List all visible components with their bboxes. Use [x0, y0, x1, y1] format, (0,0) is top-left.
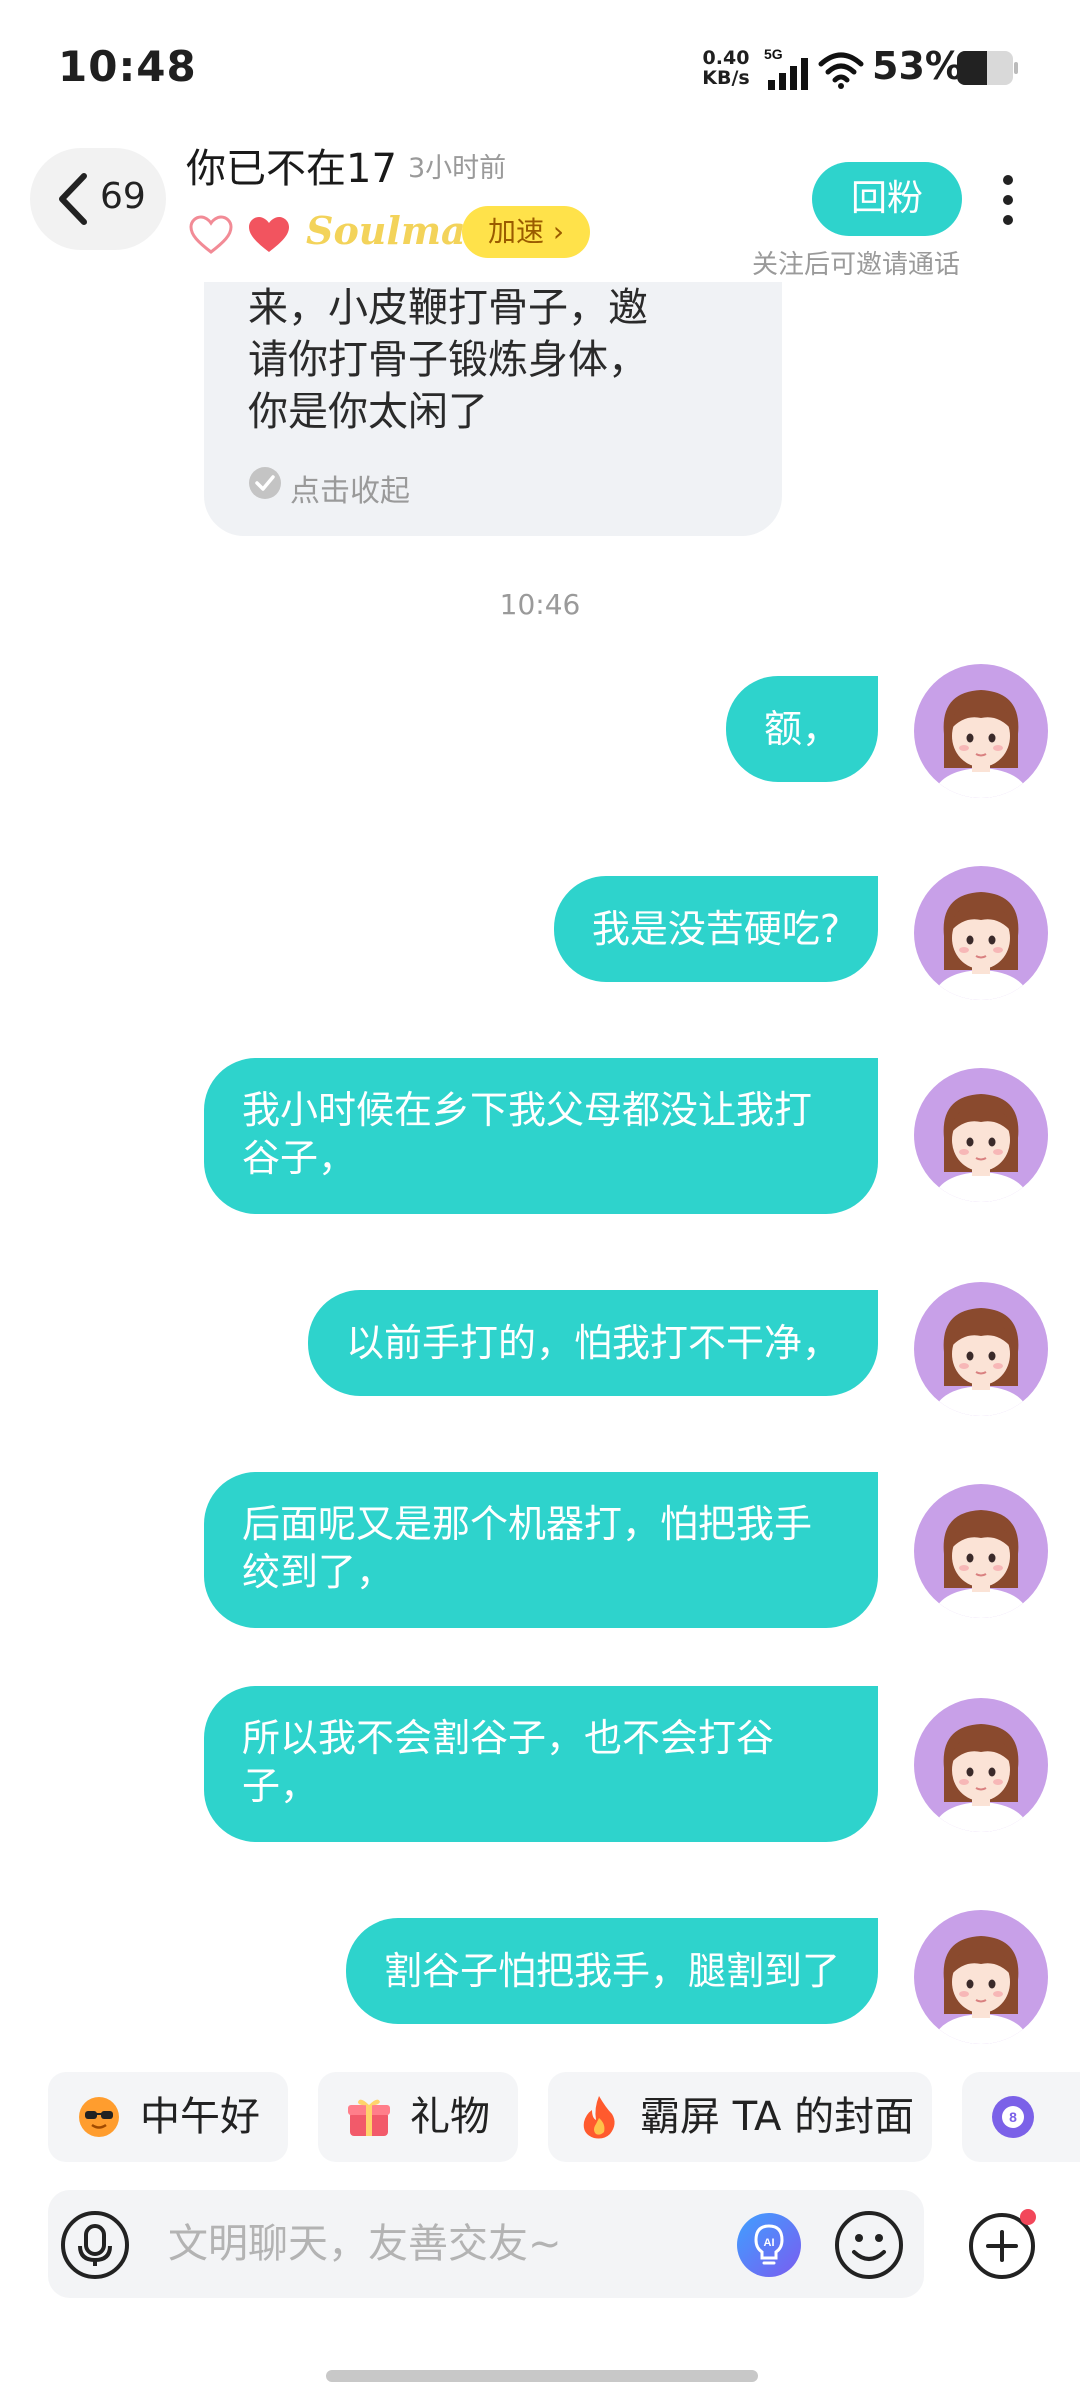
svg-text:AI: AI	[764, 2237, 775, 2249]
voice-input-icon[interactable]	[60, 2210, 130, 2280]
quick-reply-chip[interactable]: 礼物	[318, 2072, 518, 2162]
speedup-button[interactable]: 加速 ›	[462, 206, 590, 258]
fire-icon	[583, 2096, 615, 2139]
avatar[interactable]	[914, 1068, 1048, 1202]
eight-ball-icon: 8	[992, 2096, 1034, 2138]
outgoing-message[interactable]: 额，	[725, 676, 878, 782]
more-vertical-icon[interactable]	[996, 172, 1020, 228]
back-button[interactable]: 69	[30, 148, 166, 250]
avatar[interactable]	[914, 1910, 1048, 2044]
outgoing-message[interactable]: 以前手打的，怕我打不干净，	[307, 1290, 878, 1396]
message-input[interactable]: 文明聊天，友善交友~	[168, 2190, 562, 2298]
status-time: 10:48	[58, 42, 197, 91]
battery-icon	[957, 51, 1018, 85]
eight-ball-number: 8	[1009, 2109, 1017, 2125]
quick-reply-chip[interactable]: 8	[962, 2072, 1080, 2162]
add-plus-icon[interactable]	[968, 2208, 1040, 2280]
check-circle-icon	[249, 467, 281, 499]
heart-filled-icon[interactable]	[246, 214, 292, 256]
outgoing-message[interactable]: 割谷子怕把我手，腿割到了	[345, 1918, 878, 2024]
heart-outline-icon[interactable]	[188, 214, 234, 256]
quick-reply-chip[interactable]: 中午好	[48, 2072, 288, 2162]
unread-count: 69	[100, 176, 146, 217]
follow-back-button[interactable]: 回粉	[812, 162, 962, 236]
peer-name[interactable]: 你已不在17	[186, 136, 397, 194]
quick-reply-chip[interactable]: 霸屏 TA 的封面	[548, 2072, 932, 2162]
network-speed-unit: KB/s	[702, 67, 750, 89]
chevron-left-icon	[59, 173, 87, 225]
sun-sunglasses-icon	[79, 2097, 119, 2137]
network-speed-value: 0.40	[702, 47, 750, 69]
network-speed: 0.40 KB/s	[700, 48, 752, 88]
call-hint: 关注后可邀请通话	[752, 250, 961, 280]
quick-reply-label: 中午好	[140, 2094, 260, 2140]
message-timestamp: 10:46	[499, 588, 581, 621]
battery-percent: 53%	[872, 44, 963, 88]
avatar[interactable]	[914, 1698, 1048, 1832]
network-type-label: 5G	[764, 46, 783, 62]
signal-5g-icon: 5G	[764, 46, 808, 90]
avatar[interactable]	[914, 1282, 1048, 1416]
avatar[interactable]	[914, 866, 1048, 1000]
quick-reply-label: 礼物	[410, 2094, 490, 2140]
gift-icon	[348, 2099, 390, 2136]
incoming-message-bubble[interactable]: 来，小皮鞭打骨子，邀 请你打骨子锻炼身体， 你是你太闲了 点击收起	[204, 282, 782, 536]
message-input-bar: 文明聊天，友善交友~ AI	[48, 2190, 924, 2298]
incoming-message-text: 来，小皮鞭打骨子，邀 请你打骨子锻炼身体， 你是你太闲了	[248, 285, 648, 435]
home-indicator[interactable]	[326, 2370, 758, 2382]
outgoing-message[interactable]: 我是没苦硬吃?	[553, 876, 878, 982]
outgoing-message[interactable]: 所以我不会割谷子，也不会打谷子，	[204, 1686, 878, 1842]
quick-reply-label: 霸屏 TA 的封面	[640, 2094, 915, 2140]
last-seen: 3小时前	[408, 153, 507, 184]
wifi-icon	[818, 52, 864, 89]
outgoing-message[interactable]: 我小时候在乡下我父母都没让我打谷子，	[204, 1058, 878, 1214]
avatar[interactable]	[914, 1484, 1048, 1618]
avatar[interactable]	[914, 664, 1048, 798]
collapse-button[interactable]: 点击收起	[290, 466, 410, 510]
emoji-icon[interactable]	[834, 2210, 904, 2280]
status-bar: 10:48 0.40 KB/s 5G 53%	[0, 0, 1080, 130]
ai-assistant-icon[interactable]: AI	[736, 2212, 802, 2278]
outgoing-message[interactable]: 后面呢又是那个机器打，怕把我手绞到了，	[204, 1472, 878, 1628]
